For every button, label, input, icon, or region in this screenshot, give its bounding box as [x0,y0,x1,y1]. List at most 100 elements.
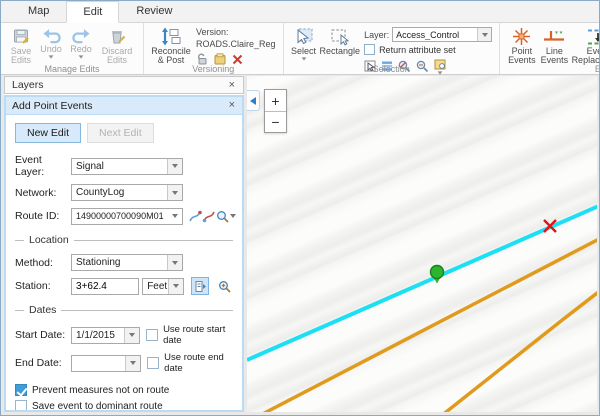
discard-edits-button[interactable]: Discard Edits [96,25,138,66]
station-input[interactable]: 3+62.4 [71,278,139,295]
return-attribute-set-checkbox[interactable] [364,44,375,55]
event-point-marker [431,266,444,279]
use-route-end-date-label: Use route end date [164,352,233,374]
layers-pane-title: Layers [12,79,44,91]
ribbon-tabbar: Map Edit Review [1,1,599,23]
rectangle-tool-icon [330,27,350,46]
event-replacement-icon [586,27,600,46]
network-label: Network: [15,187,71,199]
redo-icon [72,27,91,44]
prevent-measures-checkbox[interactable] [15,384,27,396]
group-versioning: Reconcile & Post Version: ROADS.Claire_R… [144,23,284,74]
add-point-events-pane: Add Point Events × New Edit Next Edit Ev… [4,95,244,412]
redo-button[interactable]: Redo [66,25,96,59]
group-edit-events: Point Events Line Events Event Replaceme… [500,23,600,74]
use-route-start-date-checkbox[interactable] [146,329,158,341]
add-point-events-close-icon[interactable]: × [228,100,236,111]
next-edit-button[interactable]: Next Edit [87,123,154,143]
zoom-to-route-icon[interactable] [216,207,236,225]
version-name: ROADS.Claire_Reg [196,39,276,49]
event-layer-dropdown-icon[interactable] [167,159,182,174]
line-events-icon [543,27,565,46]
zoom-in-button[interactable]: + [265,90,286,111]
units-combobox[interactable]: Feet [142,278,184,295]
tab-review[interactable]: Review [119,0,189,22]
save-dominant-label: Save event to dominant route [32,401,163,411]
road-line-2 [436,290,597,412]
undo-icon [42,27,61,44]
route-id-dropdown-icon[interactable] [167,209,182,224]
zoom-to-station-icon[interactable] [215,277,233,295]
map-graphics [247,76,597,412]
select-cursor-icon [294,27,314,46]
tab-map[interactable]: Map [11,0,66,22]
app-window: Map Edit Review Save Edits Undo [0,0,600,416]
save-edits-button[interactable]: Save Edits [6,25,36,66]
layer-combobox[interactable]: Access_Control [392,27,492,42]
group-label-manage-edits: Manage Edits [1,64,143,74]
tab-edit[interactable]: Edit [66,1,119,23]
left-panel: Layers × Add Point Events × New Edit Nex… [4,76,244,412]
undo-button[interactable]: Undo [36,25,66,59]
select-route-from-selection-icon[interactable] [202,207,216,225]
group-selection: Select Rectangle Layer: Access_Control [284,23,501,74]
point-events-button[interactable]: Point Events [505,25,539,66]
route-highlight-line [247,205,597,360]
undo-dropdown-icon[interactable] [49,56,54,59]
dates-section-divider: Dates [15,304,233,316]
new-edit-button[interactable]: New Edit [15,123,81,143]
units-dropdown-icon[interactable] [168,279,183,294]
event-replacement-button[interactable]: Event Replacement [570,25,600,66]
version-caption: Version: [196,27,276,37]
select-dropdown-icon[interactable] [301,58,306,61]
redo-dropdown-icon[interactable] [79,56,84,59]
end-date-label: End Date: [15,357,71,369]
line-events-button[interactable]: Line Events [539,25,570,66]
event-layer-combobox[interactable]: Signal [71,158,183,175]
road-line-1 [251,238,597,412]
trash-icon [108,27,127,46]
use-route-end-date-checkbox[interactable] [147,357,159,369]
collapse-arrow-icon [250,97,256,105]
start-date-label: Start Date: [15,329,71,341]
add-point-events-header: Add Point Events × [6,97,242,115]
pick-station-on-map-button[interactable] [191,277,209,295]
group-label-selection: Selection [284,64,500,74]
add-point-events-body: New Edit Next Edit Event Layer: Signal N… [6,115,242,410]
route-id-label: Route ID: [15,210,71,222]
use-route-start-date-label: Use route start date [163,324,233,346]
collapse-panel-tab[interactable] [247,90,260,111]
method-label: Method: [15,257,71,269]
point-events-icon [512,27,531,46]
network-dropdown-icon[interactable] [167,185,182,200]
route-id-combobox[interactable]: 14900000700090M01 [71,208,183,225]
save-dominant-checkbox[interactable] [15,400,27,410]
zoom-out-button[interactable]: − [265,111,286,132]
end-date-combobox[interactable] [71,355,141,372]
station-label: Station: [15,280,71,292]
prevent-measures-label: Prevent measures not on route [32,385,169,396]
method-dropdown-icon[interactable] [167,255,182,270]
map-zoom-control: + − [264,89,287,133]
select-route-on-map-icon[interactable] [188,207,202,225]
layers-close-icon[interactable]: × [228,80,236,91]
map-canvas[interactable]: + − [247,76,597,412]
network-combobox[interactable]: CountyLog [71,184,183,201]
reconcile-post-button[interactable]: Reconcile & Post [149,25,193,66]
rectangle-button[interactable]: Rectangle [319,25,362,56]
start-date-combobox[interactable]: 1/1/2015 [71,327,140,344]
group-manage-edits: Save Edits Undo Redo Discard [1,23,144,74]
reconcile-icon [161,27,181,46]
start-date-dropdown-icon[interactable] [124,328,139,343]
group-label-edit-events: Edit Events [500,64,600,74]
group-label-versioning: Versioning [144,64,283,74]
save-icon [12,27,31,46]
end-date-dropdown-icon[interactable] [125,356,140,371]
add-point-events-title: Add Point Events [12,100,93,112]
location-section-divider: Location [15,234,233,246]
method-combobox[interactable]: Stationing [71,254,183,271]
select-button[interactable]: Select [289,25,319,61]
layer-dropdown-icon[interactable] [477,28,491,41]
layers-pane-header: Layers × [4,76,244,94]
ribbon: Save Edits Undo Redo Discard [1,23,599,75]
